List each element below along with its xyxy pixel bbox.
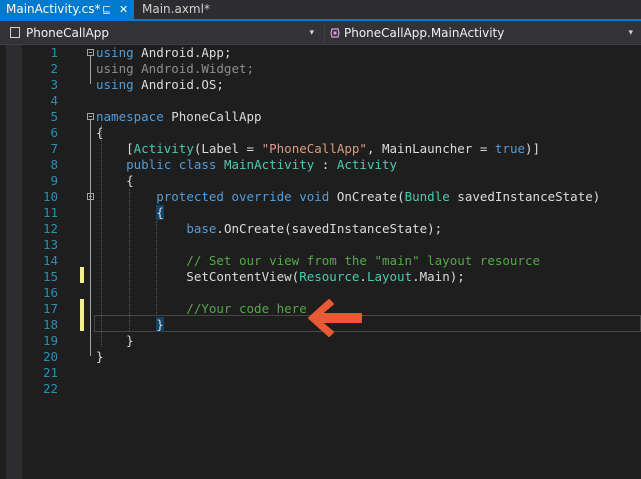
tab-mainactivity-cs[interactable]: MainActivity.cs* ⊑ ✕ [0,0,134,19]
code-line: 9 { [0,173,641,189]
code-line: 1 using Android.App; [0,45,641,61]
code-line: 2 using Android.Widget; [0,61,641,77]
code-editor[interactable]: 1 using Android.App; 2 using Android.Wid… [0,45,641,479]
code-line: 13 [0,237,641,253]
code-text: using Android.OS; [96,77,224,92]
code-line: 22 [0,381,641,397]
line-number: 10 [42,189,58,204]
code-line: 4 [0,93,641,109]
line-number: 11 [42,205,58,220]
code-line: 15 SetContentView(Resource.Layout.Main); [0,269,641,285]
line-number: 9 [50,173,58,188]
code-text: } [96,349,104,364]
code-text: protected override void OnCreate(Bundle … [156,189,601,204]
code-comment: //Your code here [96,301,307,316]
line-number: 8 [50,157,58,172]
project-icon [10,27,20,38]
code-line: 12 base.OnCreate(savedInstanceState); [0,221,641,237]
code-text: { [96,173,134,188]
navigation-bar: PhoneCallApp ▾ PhoneCallApp.MainActivity… [0,21,641,45]
code-line: 10 protected override void OnCreate(Bund… [0,189,641,205]
document-tab-bar: MainActivity.cs* ⊑ ✕ Main.axml* [0,0,641,21]
code-text: using Android.App; [96,45,232,60]
code-text: public class MainActivity : Activity [126,157,398,172]
line-number: 19 [42,333,58,348]
code-text: namespace PhoneCallApp [96,109,262,124]
line-number: 2 [50,61,58,76]
code-line: 5 namespace PhoneCallApp [0,109,641,125]
line-number: 3 [50,77,58,92]
line-number: 5 [50,109,58,124]
code-text: } [96,333,134,348]
code-line: 21 [0,365,641,381]
code-text: base.OnCreate(savedInstanceState); [186,221,443,236]
line-number: 4 [50,93,58,108]
chevron-down-icon: ▾ [628,28,633,38]
code-line: 14 // Set our view from the "main" layou… [0,253,641,269]
line-number: 6 [50,125,58,140]
code-line: 20 } [0,349,641,365]
project-dropdown-label: PhoneCallApp [26,26,110,40]
type-dropdown-label: PhoneCallApp.MainActivity [344,26,505,40]
code-line: 11 { [0,205,641,221]
line-number: 15 [42,269,58,284]
line-number: 13 [42,237,58,252]
project-dropdown[interactable]: PhoneCallApp ▾ [6,23,318,43]
class-icon [330,28,340,38]
code-comment: // Set our view from the "main" layout r… [96,253,541,268]
code-text: SetContentView(Resource.Layout.Main); [96,269,465,284]
line-number: 22 [42,381,58,396]
tab-label: Main.axml* [142,2,210,16]
chevron-down-icon: ▾ [309,28,314,38]
code-text: { [96,125,104,140]
code-text: { [156,205,164,220]
tab-label: MainActivity.cs* [6,2,101,16]
line-number: 21 [42,365,58,380]
line-number: 1 [50,45,58,60]
line-number: 20 [42,349,58,364]
code-text: } [156,317,164,332]
pin-icon[interactable]: ⊑ [102,0,111,19]
line-number: 16 [42,285,58,300]
code-text: [Activity(Label = "PhoneCallApp", MainLa… [96,141,541,156]
code-line: 6 { [0,125,641,141]
line-number: 14 [42,253,58,268]
left-arrow-icon [308,299,362,337]
tab-main-axml[interactable]: Main.axml* [142,0,232,19]
line-number: 7 [50,141,58,156]
code-text: using Android.Widget; [96,61,255,76]
line-number: 12 [42,221,58,236]
code-line: 8 public class MainActivity : Activity [0,157,641,173]
line-number: 18 [42,317,58,332]
code-line: 7 [Activity(Label = "PhoneCallApp", Main… [0,141,641,157]
close-icon[interactable]: ✕ [119,0,128,19]
type-dropdown[interactable]: PhoneCallApp.MainActivity ▾ [324,23,637,43]
code-line: 3 using Android.OS; [0,77,641,93]
line-number: 17 [42,301,58,316]
